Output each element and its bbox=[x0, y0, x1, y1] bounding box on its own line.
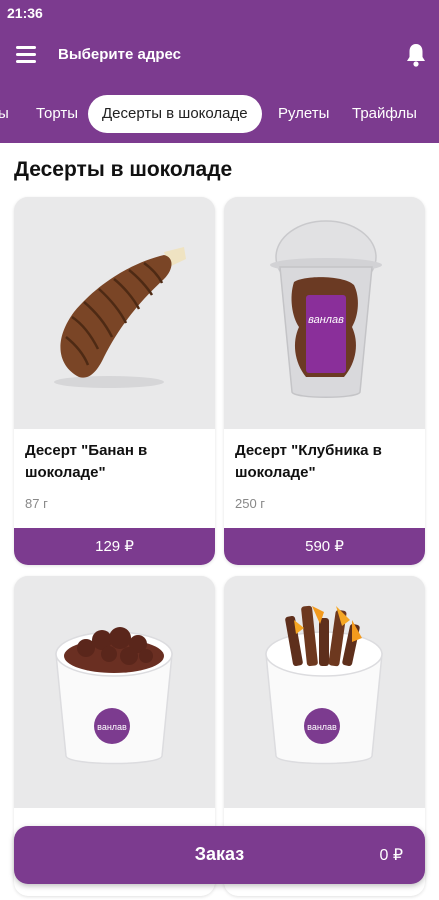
hamburger-menu-icon[interactable] bbox=[16, 46, 36, 63]
tab-cakes[interactable]: Торты bbox=[36, 95, 78, 133]
tab-rolls[interactable]: Рулеты bbox=[278, 95, 329, 133]
add-to-cart-price-button[interactable]: 590 ₽ bbox=[224, 528, 425, 565]
tab-trifles[interactable]: Трайфлы bbox=[352, 95, 417, 133]
order-button[interactable]: Заказ 0 ₽ bbox=[14, 826, 425, 884]
bell-icon[interactable] bbox=[405, 42, 427, 68]
top-header: 21:36 Выберите адрес ы Торты Десерты в ш… bbox=[0, 0, 439, 143]
cup-brand-label: ванлав bbox=[307, 722, 337, 732]
product-card[interactable]: ванлав Десерт "Клубника в шоколаде" 250 … bbox=[224, 197, 425, 565]
section-title: Десерты в шоколаде bbox=[14, 158, 233, 181]
nuts-cup-photo: ванлав bbox=[14, 576, 215, 808]
product-weight: 87 г bbox=[25, 496, 48, 511]
orange-cup-photo: ванлав bbox=[224, 576, 425, 808]
status-time: 21:36 bbox=[7, 5, 43, 21]
product-title: Десерт "Банан в шоколаде" bbox=[25, 442, 148, 481]
cup-brand-label: ванлав bbox=[308, 314, 344, 326]
product-title: Десерт "Клубника в шоколаде" bbox=[235, 442, 382, 481]
order-label: Заказ bbox=[194, 844, 245, 864]
cup-brand-label: ванлав bbox=[97, 722, 127, 732]
product-weight: 250 г bbox=[235, 496, 266, 511]
tab-prev-category[interactable]: ы bbox=[0, 95, 9, 133]
address-selector[interactable]: Выберите адрес bbox=[58, 46, 181, 63]
strawberry-cup-photo: ванлав bbox=[224, 197, 425, 429]
chocolate-banana-photo bbox=[14, 197, 215, 429]
tab-chocolate-desserts[interactable]: Десерты в шоколаде bbox=[88, 95, 262, 133]
app-bar: Выберите адрес bbox=[0, 38, 439, 74]
add-to-cart-price-button[interactable]: 129 ₽ bbox=[14, 528, 215, 565]
order-sum: 0 ₽ bbox=[379, 847, 403, 864]
product-card[interactable]: Десерт "Банан в шоколаде" 87 г 129 ₽ bbox=[14, 197, 215, 565]
category-tabs: ы Торты Десерты в шоколаде Рулеты Трайфл… bbox=[0, 95, 439, 133]
